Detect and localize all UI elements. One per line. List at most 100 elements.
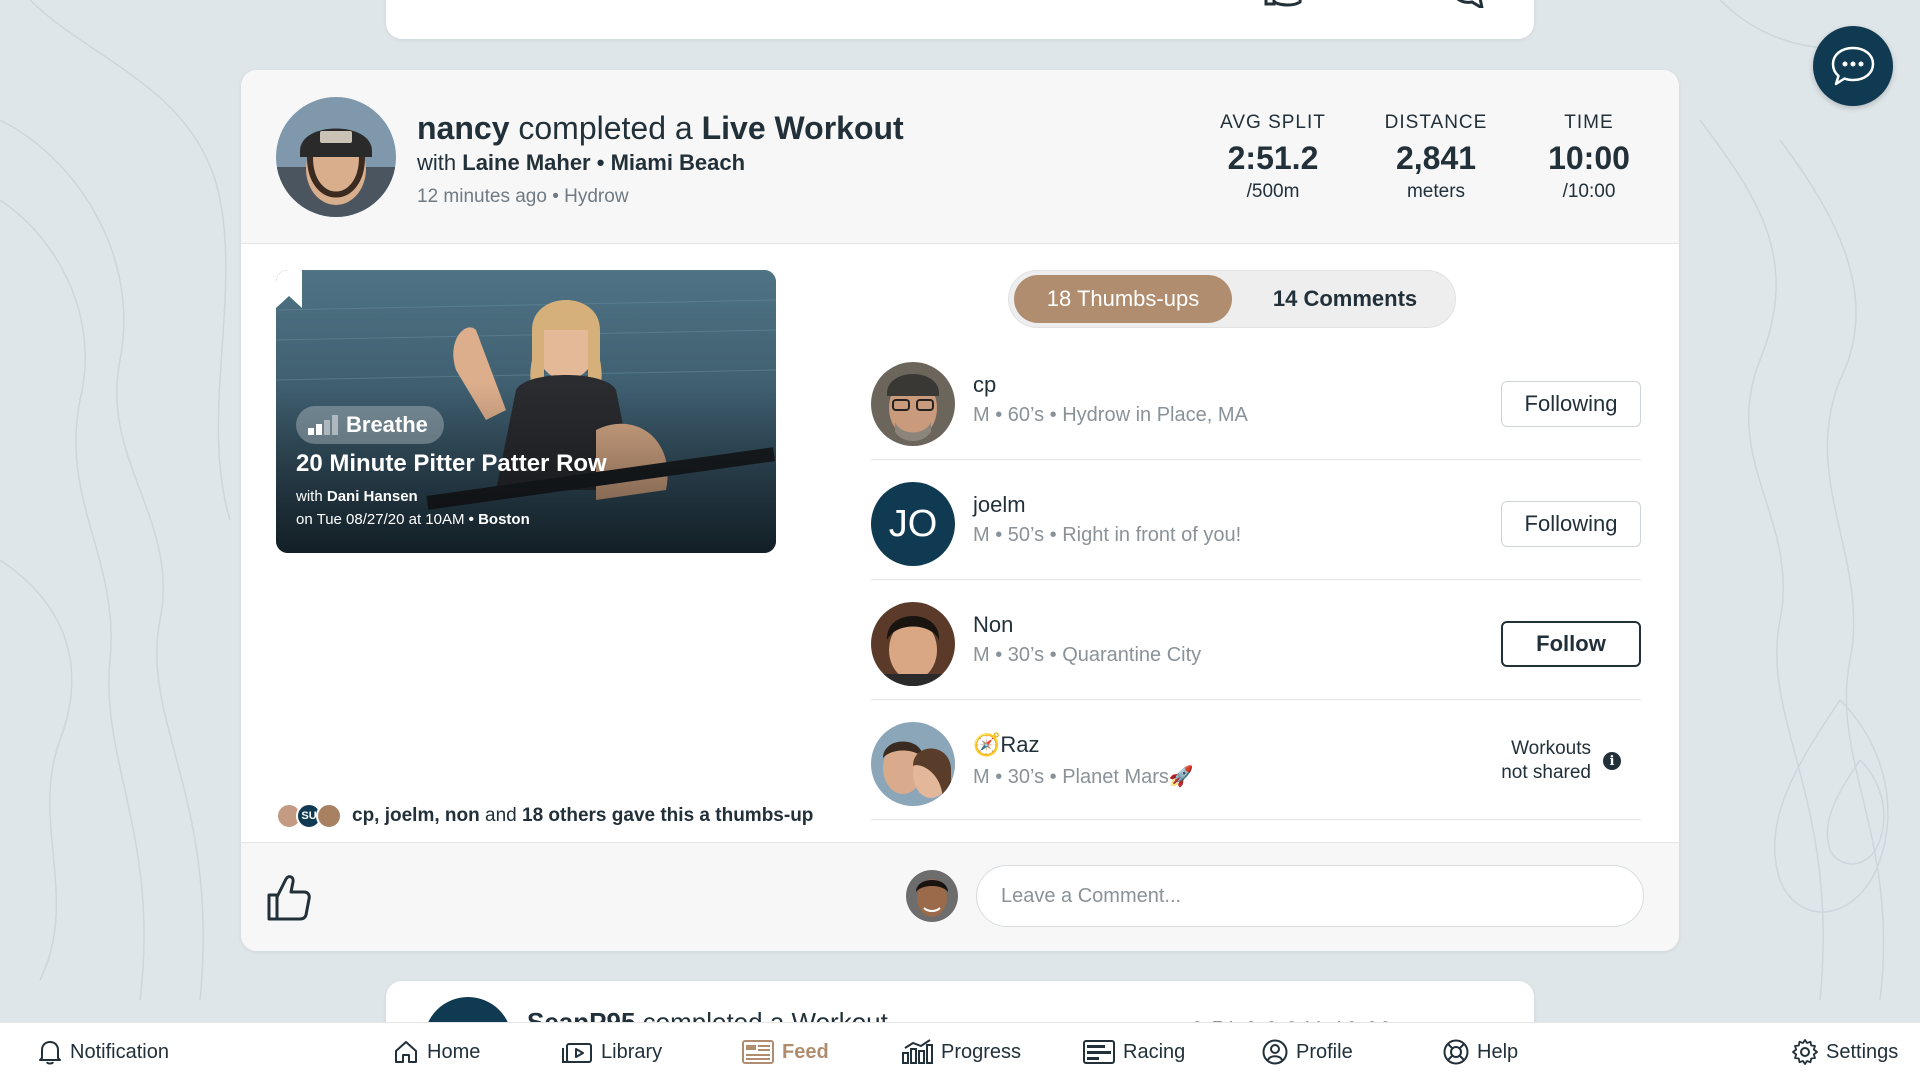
nav-feed[interactable]: Feed (742, 1023, 829, 1080)
stat-unit: /500m (1246, 181, 1300, 202)
bell-icon (39, 1041, 61, 1065)
reactions-toggle: 18 Thumbs-ups 14 Comments (1008, 270, 1456, 328)
separator: • (552, 186, 559, 207)
class-title: 20 Minute Pitter Patter Row (296, 450, 607, 477)
following-button[interactable]: Following (1501, 381, 1641, 427)
user-name[interactable]: cp (973, 372, 996, 398)
card-footer (241, 842, 1679, 951)
thumbs-up-summary[interactable]: SU cp, joelm, non and 18 others gave thi… (276, 803, 813, 829)
list-item: Non M • 30’s • Quarantine City Follow (871, 580, 1641, 700)
avatar (316, 803, 342, 829)
workouts-not-shared: Workouts not shared i (1501, 737, 1621, 785)
user-name[interactable]: 🧭Raz (973, 732, 1040, 758)
nav-label: Settings (1826, 1040, 1899, 1063)
following-button[interactable]: Following (1501, 501, 1641, 547)
profile-icon (1262, 1039, 1288, 1065)
stat-label: TIME (1564, 112, 1614, 133)
workout-user-name[interactable]: nancy (417, 110, 509, 146)
nav-home[interactable]: Home (393, 1023, 480, 1080)
stat-unit: /10:00 (1562, 181, 1616, 202)
stat-value: 2:51.2 (1227, 140, 1319, 176)
nav-racing[interactable]: Racing (1083, 1023, 1185, 1080)
not-shared-text: Workouts not shared (1501, 737, 1591, 785)
comment-icon[interactable] (1446, 0, 1490, 8)
nav-profile[interactable]: Profile (1262, 1023, 1353, 1080)
user-avatar[interactable] (871, 602, 955, 686)
feed-icon (742, 1040, 774, 1064)
stat-time: TIME 10:00 /10:00 (1509, 112, 1669, 203)
nav-label: Racing (1123, 1040, 1186, 1063)
progress-chart-icon (902, 1039, 933, 1064)
separator: • (468, 511, 474, 528)
intensity-bars-icon (308, 415, 338, 435)
nav-notification[interactable]: Notification (38, 1023, 169, 1080)
nav-label: Feed (782, 1040, 829, 1063)
stat-unit: meters (1406, 181, 1466, 202)
gear-icon (1792, 1039, 1818, 1065)
class-instructor: Dani Hansen (326, 488, 418, 505)
workout-location: Miami Beach (610, 150, 746, 175)
class-category: Breathe (346, 412, 428, 437)
workout-type: Live Workout (701, 110, 904, 146)
nav-label: Library (601, 1040, 663, 1063)
user-name[interactable]: Non (973, 612, 1013, 638)
library-icon (562, 1043, 592, 1063)
user-meta: M • 30’s • Quarantine City (973, 644, 1202, 666)
user-meta: M • 30’s • Planet Mars🚀 (973, 766, 1194, 788)
previous-feed-card (386, 0, 1534, 39)
class-thumbnail[interactable]: Breathe 20 Minute Pitter Patter Row with… (276, 270, 776, 553)
others-count: 18 others (522, 805, 607, 826)
thumbs-summary-text: cp, joelm, non and 18 others gave this a… (352, 805, 813, 827)
conjunction: and (485, 805, 517, 826)
nav-library[interactable]: Library (561, 1023, 662, 1080)
date-prefix: on (296, 511, 313, 528)
reactor-avatars: SU (276, 803, 342, 829)
user-avatar[interactable] (871, 362, 955, 446)
user-meta: M • 60’s • Hydrow in Place, MA (973, 404, 1248, 426)
user-avatar[interactable] (276, 97, 396, 217)
class-datetime: Tue 08/27/20 at 10AM (316, 511, 465, 528)
instructor-name: Laine Maher (462, 150, 591, 175)
nav-label: Home (427, 1040, 481, 1063)
info-icon[interactable]: i (1603, 752, 1621, 770)
user-name[interactable]: joelm (973, 492, 1026, 518)
stat-value: 10:00 (1548, 140, 1630, 176)
nav-settings[interactable]: Settings (1792, 1023, 1898, 1080)
user-avatar[interactable] (871, 722, 955, 806)
workout-headline: nancy completed a Live Workout (417, 110, 904, 147)
tab-thumbs-ups[interactable]: 18 Thumbs-ups (1014, 275, 1232, 323)
nav-label: Profile (1296, 1040, 1353, 1063)
nav-label: Progress (941, 1040, 1022, 1063)
user-meta: M • 50’s • Right in front of you! (973, 524, 1242, 546)
not-shared-line-2: not shared (1501, 762, 1591, 783)
bottom-navigation: Notification Home Library Feed Progress … (0, 1022, 1920, 1080)
thumbs-up-icon[interactable] (1262, 0, 1306, 8)
user-avatar[interactable]: JO (871, 482, 955, 566)
separator: • (596, 150, 605, 175)
list-item: JO joelm M • 50’s • Right in front of yo… (871, 460, 1641, 580)
workout-header: nancy completed a Live Workout with Lain… (241, 70, 1679, 244)
device-name: Hydrow (564, 186, 629, 207)
thumbs-up-user-list[interactable]: cp M • 60’s • Hydrow in Place, MA Follow… (871, 340, 1641, 911)
workout-meta: 12 minutes ago • Hydrow (417, 186, 629, 208)
chat-button[interactable] (1813, 26, 1893, 106)
stat-label: DISTANCE (1384, 112, 1488, 133)
tab-comments[interactable]: 14 Comments (1237, 275, 1453, 323)
reactor-names: cp, joelm, non (352, 805, 480, 826)
comment-input[interactable] (976, 865, 1644, 927)
chat-bubble-icon (1831, 46, 1875, 86)
racing-icon (1083, 1040, 1115, 1064)
thumbs-up-icon[interactable] (266, 873, 312, 923)
nav-help[interactable]: Help (1443, 1023, 1518, 1080)
class-instructor-line: with Dani Hansen (296, 488, 418, 505)
nav-label: Help (1477, 1040, 1519, 1063)
follow-button[interactable]: Follow (1501, 621, 1641, 667)
stat-avg-split: AVG SPLIT 2:51.2 /500m (1193, 112, 1353, 203)
with-prefix: with (296, 488, 323, 505)
stat-label: AVG SPLIT (1220, 112, 1326, 133)
nav-label: Notification (70, 1040, 169, 1063)
stat-distance: DISTANCE 2,841 meters (1356, 112, 1516, 203)
bookmark-icon[interactable] (276, 270, 302, 308)
workout-subline: with Laine Maher • Miami Beach (417, 150, 745, 176)
nav-progress[interactable]: Progress (901, 1023, 1021, 1080)
